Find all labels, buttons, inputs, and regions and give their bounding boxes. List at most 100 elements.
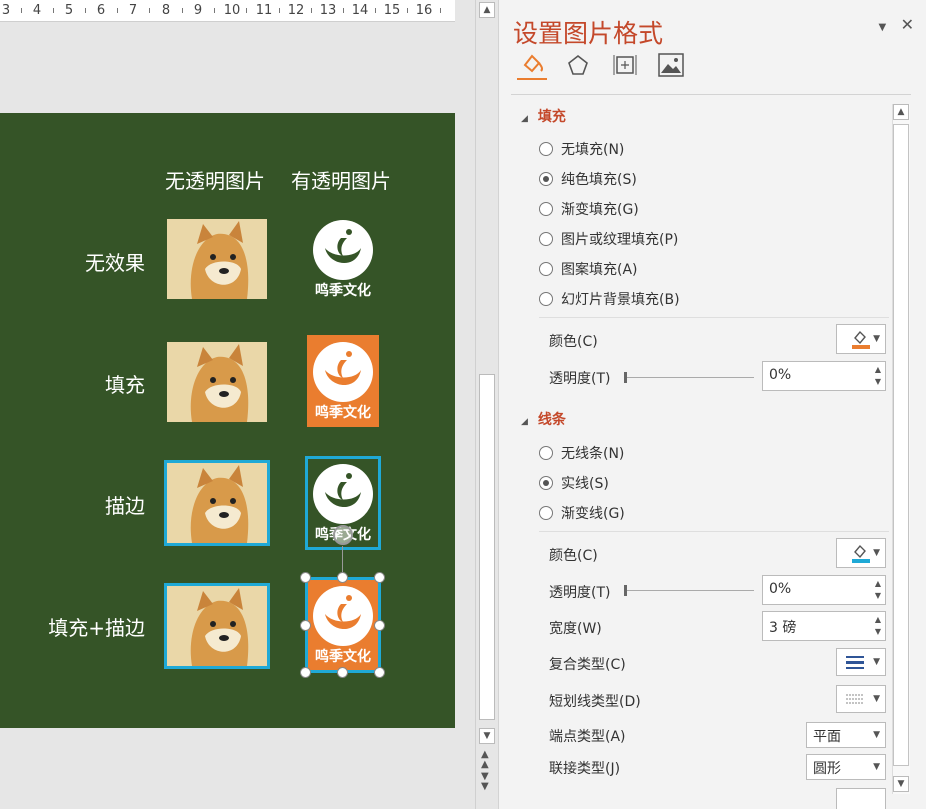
scroll-down-icon[interactable]: ▼ (479, 728, 495, 744)
radio-icon[interactable] (539, 262, 553, 276)
doge-image-fill-bordered[interactable] (164, 583, 270, 669)
tab-divider (511, 94, 911, 95)
resize-handle-s[interactable] (337, 667, 348, 678)
radio-icon[interactable] (539, 292, 553, 306)
row-label-fill: 填充 (105, 373, 145, 397)
chevron-down-icon[interactable]: ▼ (873, 694, 880, 704)
rotation-line (342, 546, 343, 574)
slide-editor: 3 4 5 6 7 8 9 10 11 12 13 14 15 16 无透明图片… (0, 0, 497, 809)
line-transparency-label: 透明度(T) (549, 585, 611, 601)
chevron-down-icon[interactable]: ▼ (873, 730, 880, 740)
chevron-down-icon[interactable]: ▼ (873, 762, 880, 772)
fill-transparency-input[interactable]: 0% ▲ ▼ (762, 361, 886, 391)
fill-transparency-label: 透明度(T) (549, 371, 611, 387)
pane-options-dropdown-icon[interactable]: ▼ (878, 22, 886, 33)
resize-handle-se[interactable] (374, 667, 385, 678)
header-no-transparency: 无透明图片 (165, 169, 265, 193)
ruler-label: 13 (319, 3, 337, 18)
scroll-down-icon[interactable]: ▼ (893, 776, 909, 792)
rotate-handle-icon[interactable] (333, 525, 353, 545)
logo-filled[interactable]: 鸣季文化 (307, 335, 379, 427)
logo-text: 鸣季文化 (315, 283, 371, 299)
ruler-label: 8 (161, 3, 171, 18)
close-icon[interactable]: ✕ (901, 15, 914, 34)
fill-section-header[interactable]: ◢ 填充 (521, 106, 566, 126)
join-type-dropdown[interactable]: 圆形 ▼ (806, 754, 886, 780)
fill-color-label: 颜色(C) (549, 334, 598, 350)
resize-handle-e[interactable] (374, 620, 385, 631)
resize-handle-nw[interactable] (300, 572, 311, 583)
dash-type-dropdown[interactable]: ▼ (836, 685, 886, 713)
picture-icon[interactable] (656, 50, 686, 80)
doge-image-bordered[interactable] (164, 460, 270, 546)
fill-option[interactable]: 幻灯片背景填充(B) (539, 289, 680, 309)
resize-handle-sw[interactable] (300, 667, 311, 678)
scroll-thumb[interactable] (893, 124, 909, 766)
compound-type-dropdown[interactable]: ▼ (836, 648, 886, 676)
fill-transparency-slider[interactable] (624, 372, 754, 383)
line-transparency-input[interactable]: 0% ▲ ▼ (762, 575, 886, 605)
line-section-header[interactable]: ◢ 线条 (521, 409, 566, 429)
scroll-thumb[interactable] (479, 374, 495, 720)
ruler-label: 4 (32, 3, 42, 18)
cap-type-label: 端点类型(A) (549, 729, 626, 745)
doge-image[interactable] (167, 219, 267, 299)
fill-option[interactable]: 无填充(N) (539, 139, 624, 159)
ruler-label: 7 (128, 3, 138, 18)
pane-controls: ▼ ✕ (878, 15, 914, 34)
fill-option[interactable]: 图片或纹理填充(P) (539, 229, 678, 249)
radio-icon[interactable] (539, 142, 553, 156)
pane-title: 设置图片格式 (513, 19, 664, 48)
next-dropdown-partial[interactable] (836, 788, 886, 809)
row-label-border: 描边 (105, 494, 145, 518)
line-option[interactable]: 实线(S) (539, 473, 609, 493)
ruler-label: 14 (351, 3, 369, 18)
fill-option[interactable]: 图案填充(A) (539, 259, 638, 279)
scroll-up-icon[interactable]: ▲ (893, 104, 909, 120)
fill-option[interactable]: 渐变填充(G) (539, 199, 639, 219)
ruler-label: 9 (193, 3, 203, 18)
divider (539, 531, 889, 532)
pane-vertical-scrollbar[interactable]: ▲ ▼ (892, 104, 910, 794)
doge-image[interactable] (167, 342, 267, 422)
ruler-label: 16 (415, 3, 433, 18)
header-with-transparency: 有透明图片 (291, 169, 391, 193)
collapse-triangle-icon[interactable]: ◢ (521, 417, 528, 427)
ruler-label: 11 (255, 3, 273, 18)
line-option[interactable]: 无线条(N) (539, 443, 624, 463)
line-option[interactable]: 渐变线(G) (539, 503, 625, 523)
prev-slide-icon[interactable]: ▲ ▲ (481, 750, 489, 770)
editor-vertical-scrollbar[interactable]: ▲ ▼ ▲ ▲ ▼ ▼ (475, 0, 497, 809)
cap-type-dropdown[interactable]: 平面 ▼ (806, 722, 886, 748)
fill-option[interactable]: 纯色填充(S) (539, 169, 637, 189)
collapse-triangle-icon[interactable]: ◢ (521, 114, 528, 124)
next-slide-icon[interactable]: ▼ ▼ (481, 772, 489, 792)
fill-color-picker[interactable]: ▼ (836, 324, 886, 354)
radio-selected-icon[interactable] (539, 476, 553, 490)
resize-handle-ne[interactable] (374, 572, 385, 583)
format-picture-pane: 设置图片格式 ▼ ✕ ◢ 填充 无填充(N) 纯色填充(S) 渐变填充(G) 图片… (498, 0, 926, 809)
effects-pentagon-icon[interactable] (563, 50, 593, 80)
radio-icon[interactable] (539, 232, 553, 246)
ruler-label: 12 (287, 3, 305, 18)
resize-handle-n[interactable] (337, 572, 348, 583)
radio-icon[interactable] (539, 446, 553, 460)
logo-fill-bordered-selected[interactable]: 鸣季文化 (305, 577, 381, 673)
fill-line-icon[interactable] (517, 50, 547, 80)
line-width-input[interactable]: 3 磅 ▲ ▼ (762, 611, 886, 641)
radio-selected-icon[interactable] (539, 172, 553, 186)
ruler-label: 5 (64, 3, 74, 18)
line-color-picker[interactable]: ▼ (836, 538, 886, 568)
line-transparency-slider[interactable] (624, 585, 754, 596)
logo-text: 鸣季文化 (315, 405, 371, 421)
chevron-down-icon[interactable]: ▼ (873, 548, 880, 558)
logo-plain[interactable]: 鸣季文化 (307, 213, 379, 305)
chevron-down-icon[interactable]: ▼ (873, 657, 880, 667)
radio-icon[interactable] (539, 202, 553, 216)
resize-handle-w[interactable] (300, 620, 311, 631)
radio-icon[interactable] (539, 506, 553, 520)
slide-canvas[interactable]: 无透明图片 有透明图片 无效果 填充 描边 填充+描边 鸣季文化 鸣季文化 鸣季… (0, 113, 455, 728)
scroll-up-icon[interactable]: ▲ (479, 2, 495, 18)
size-properties-icon[interactable] (610, 50, 640, 80)
chevron-down-icon[interactable]: ▼ (873, 334, 880, 344)
